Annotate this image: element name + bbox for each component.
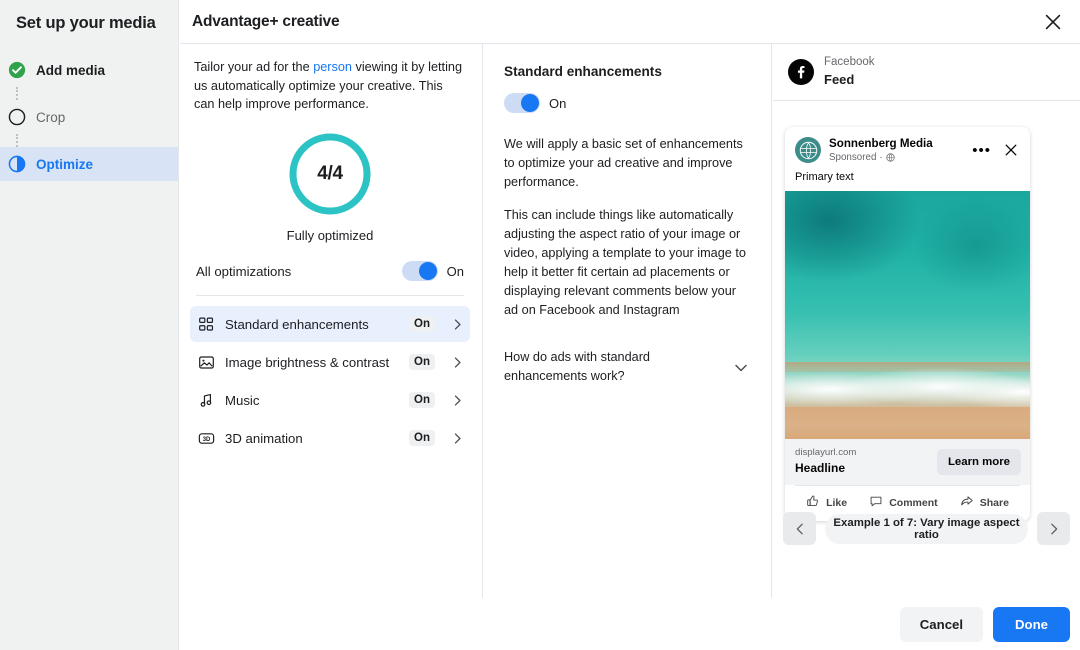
optimization-state: On xyxy=(409,430,435,447)
preview-placement: Feed xyxy=(824,71,855,87)
preview-panel: Facebook Feed Sonnenberg Media Sponsored… xyxy=(773,44,1080,598)
sponsored-label: Sponsored xyxy=(829,152,877,164)
detail-toggle-state: On xyxy=(549,95,567,111)
preview-stage: Sonnenberg Media Sponsored · ••• Primary… xyxy=(773,101,1080,556)
faq-accordion[interactable]: How do ads with standard enhancements wo… xyxy=(504,348,749,386)
ad-preview-card: Sonnenberg Media Sponsored · ••• Primary… xyxy=(785,127,1030,522)
optimization-label: Standard enhancements xyxy=(225,316,369,332)
score-value: 4/4 xyxy=(317,163,343,185)
ad-hero-image[interactable] xyxy=(785,191,1030,440)
empty-circle-icon xyxy=(8,108,26,126)
facebook-icon xyxy=(788,59,814,85)
ad-header: Sonnenberg Media Sponsored · ••• xyxy=(785,127,1030,169)
cta-button[interactable]: Learn more xyxy=(936,448,1021,475)
grid-tiles-icon xyxy=(198,316,215,333)
standard-enhancements-toggle[interactable] xyxy=(504,93,540,113)
sponsored-row: Sponsored · xyxy=(829,151,933,164)
hero-surf xyxy=(785,367,1030,410)
detail-description: We will apply a basic set of enhancement… xyxy=(504,135,749,320)
optimization-state: On xyxy=(409,316,435,333)
check-circle-icon xyxy=(8,61,26,79)
step-connector xyxy=(16,87,18,100)
ad-footer: displayurl.com Headline Learn more xyxy=(785,439,1030,486)
preview-placement-header: Facebook Feed xyxy=(773,44,1080,101)
ad-primary-text: Primary text xyxy=(795,171,854,184)
globe-icon xyxy=(886,153,895,162)
image-icon xyxy=(198,354,215,371)
step-list: Add media Crop Optimize xyxy=(0,53,178,181)
optimization-label: 3D animation xyxy=(225,430,303,446)
done-button[interactable]: Done xyxy=(993,607,1070,642)
ad-header-actions: ••• xyxy=(972,142,1021,158)
page-title: Advantage+ creative xyxy=(192,12,340,30)
avatar xyxy=(795,137,821,164)
detail-toggle-row: On xyxy=(504,93,749,113)
advantage-plus-creative-dialog: Set up your media Add media Crop Optimiz… xyxy=(0,0,1080,650)
close-icon[interactable] xyxy=(1003,142,1019,158)
close-icon[interactable] xyxy=(1042,11,1064,33)
optimization-row-3d-animation[interactable]: 3D 3D animation On xyxy=(190,420,470,456)
all-optimizations-state: On xyxy=(446,263,464,279)
detail-paragraph: This can include things like automatical… xyxy=(504,208,746,318)
optimization-row-music[interactable]: Music On xyxy=(190,382,470,418)
dialog-footer: Cancel Done xyxy=(180,599,1080,650)
toggle-knob xyxy=(521,94,539,112)
optimize-panel: Tailor your ad for the person viewing it… xyxy=(180,44,483,598)
intro-before: Tailor your ad for the xyxy=(194,60,314,74)
all-optimizations-toggle[interactable] xyxy=(401,261,438,282)
sidebar-item-label: Crop xyxy=(36,109,66,125)
preview-carousel-nav: Example 1 of 7: Vary image aspect ratio xyxy=(773,501,1080,556)
all-optimizations-label: All optimizations xyxy=(196,263,292,279)
more-options-icon[interactable]: ••• xyxy=(972,143,991,158)
half-circle-icon xyxy=(8,155,26,173)
person-link[interactable]: person xyxy=(313,60,352,74)
setup-sidebar: Set up your media Add media Crop Optimiz… xyxy=(0,0,179,650)
advertiser-name: Sonnenberg Media xyxy=(829,137,933,150)
sidebar-item-crop[interactable]: Crop xyxy=(0,100,178,134)
hero-sand xyxy=(785,407,1030,440)
svg-text:3D: 3D xyxy=(203,437,211,443)
carousel-prev-button[interactable] xyxy=(783,512,816,545)
optimization-row-standard-enhancements[interactable]: Standard enhancements On xyxy=(190,306,470,343)
all-optimizations-row: All optimizations On xyxy=(196,261,464,297)
sidebar-item-label: Add media xyxy=(36,62,106,78)
chevron-right-icon[interactable] xyxy=(451,432,464,445)
detail-panel: Standard enhancements On We will apply a… xyxy=(484,44,772,598)
separator-dot: · xyxy=(879,152,883,164)
detail-paragraph: We will apply a basic set of enhancement… xyxy=(504,137,743,190)
faq-question: How do ads with standard enhancements wo… xyxy=(504,350,650,384)
cancel-button[interactable]: Cancel xyxy=(899,607,984,642)
optimization-list: Standard enhancements On Image brightnes… xyxy=(190,306,470,456)
3d-icon: 3D xyxy=(198,430,215,447)
chevron-right-icon[interactable] xyxy=(451,356,464,369)
sidebar-title: Set up your media xyxy=(16,14,156,32)
optimization-state: On xyxy=(409,354,435,371)
intro-text: Tailor your ad for the person viewing it… xyxy=(190,58,470,114)
sidebar-item-optimize[interactable]: Optimize xyxy=(0,147,178,181)
carousel-label: Example 1 of 7: Vary image aspect ratio xyxy=(825,513,1028,544)
ad-headline: Headline xyxy=(795,461,846,476)
chevron-right-icon[interactable] xyxy=(451,318,464,331)
music-note-icon xyxy=(198,392,215,409)
optimization-label: Image brightness & contrast xyxy=(225,354,390,370)
score-caption: Fully optimized xyxy=(286,228,374,244)
preview-platform: Facebook xyxy=(824,56,875,69)
dialog-header: Advantage+ creative xyxy=(180,0,1080,44)
carousel-next-button[interactable] xyxy=(1037,512,1070,545)
step-connector xyxy=(16,134,18,147)
toggle-knob xyxy=(418,262,437,281)
chevron-down-icon[interactable] xyxy=(733,360,749,376)
chevron-right-icon[interactable] xyxy=(451,394,464,407)
optimization-row-image-brightness-contrast[interactable]: Image brightness & contrast On xyxy=(190,344,470,380)
optimization-label: Music xyxy=(225,392,260,408)
score-ring: 4/4 xyxy=(286,130,374,218)
display-url: displayurl.com xyxy=(795,447,857,459)
optimization-score: 4/4 Fully optimized xyxy=(190,130,470,243)
detail-title: Standard enhancements xyxy=(504,64,662,79)
sidebar-item-label: Optimize xyxy=(36,156,94,172)
optimization-state: On xyxy=(409,392,435,409)
sidebar-item-add-media[interactable]: Add media xyxy=(0,53,178,87)
